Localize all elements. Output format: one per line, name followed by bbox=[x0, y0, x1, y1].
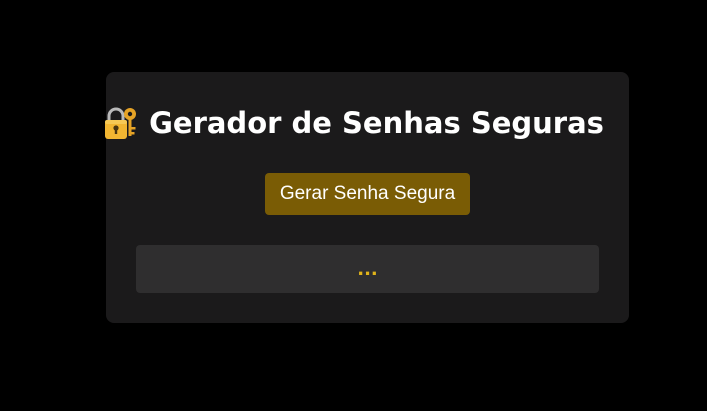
generate-password-button[interactable]: Gerar Senha Segura bbox=[265, 173, 470, 215]
title-text: Gerador de Senhas Seguras bbox=[149, 106, 604, 140]
lock-with-key-icon bbox=[103, 105, 139, 141]
password-output-value: ... bbox=[357, 259, 378, 280]
page-title: Gerador de Senhas Seguras bbox=[0, 103, 707, 143]
password-output[interactable]: ... bbox=[136, 245, 599, 293]
